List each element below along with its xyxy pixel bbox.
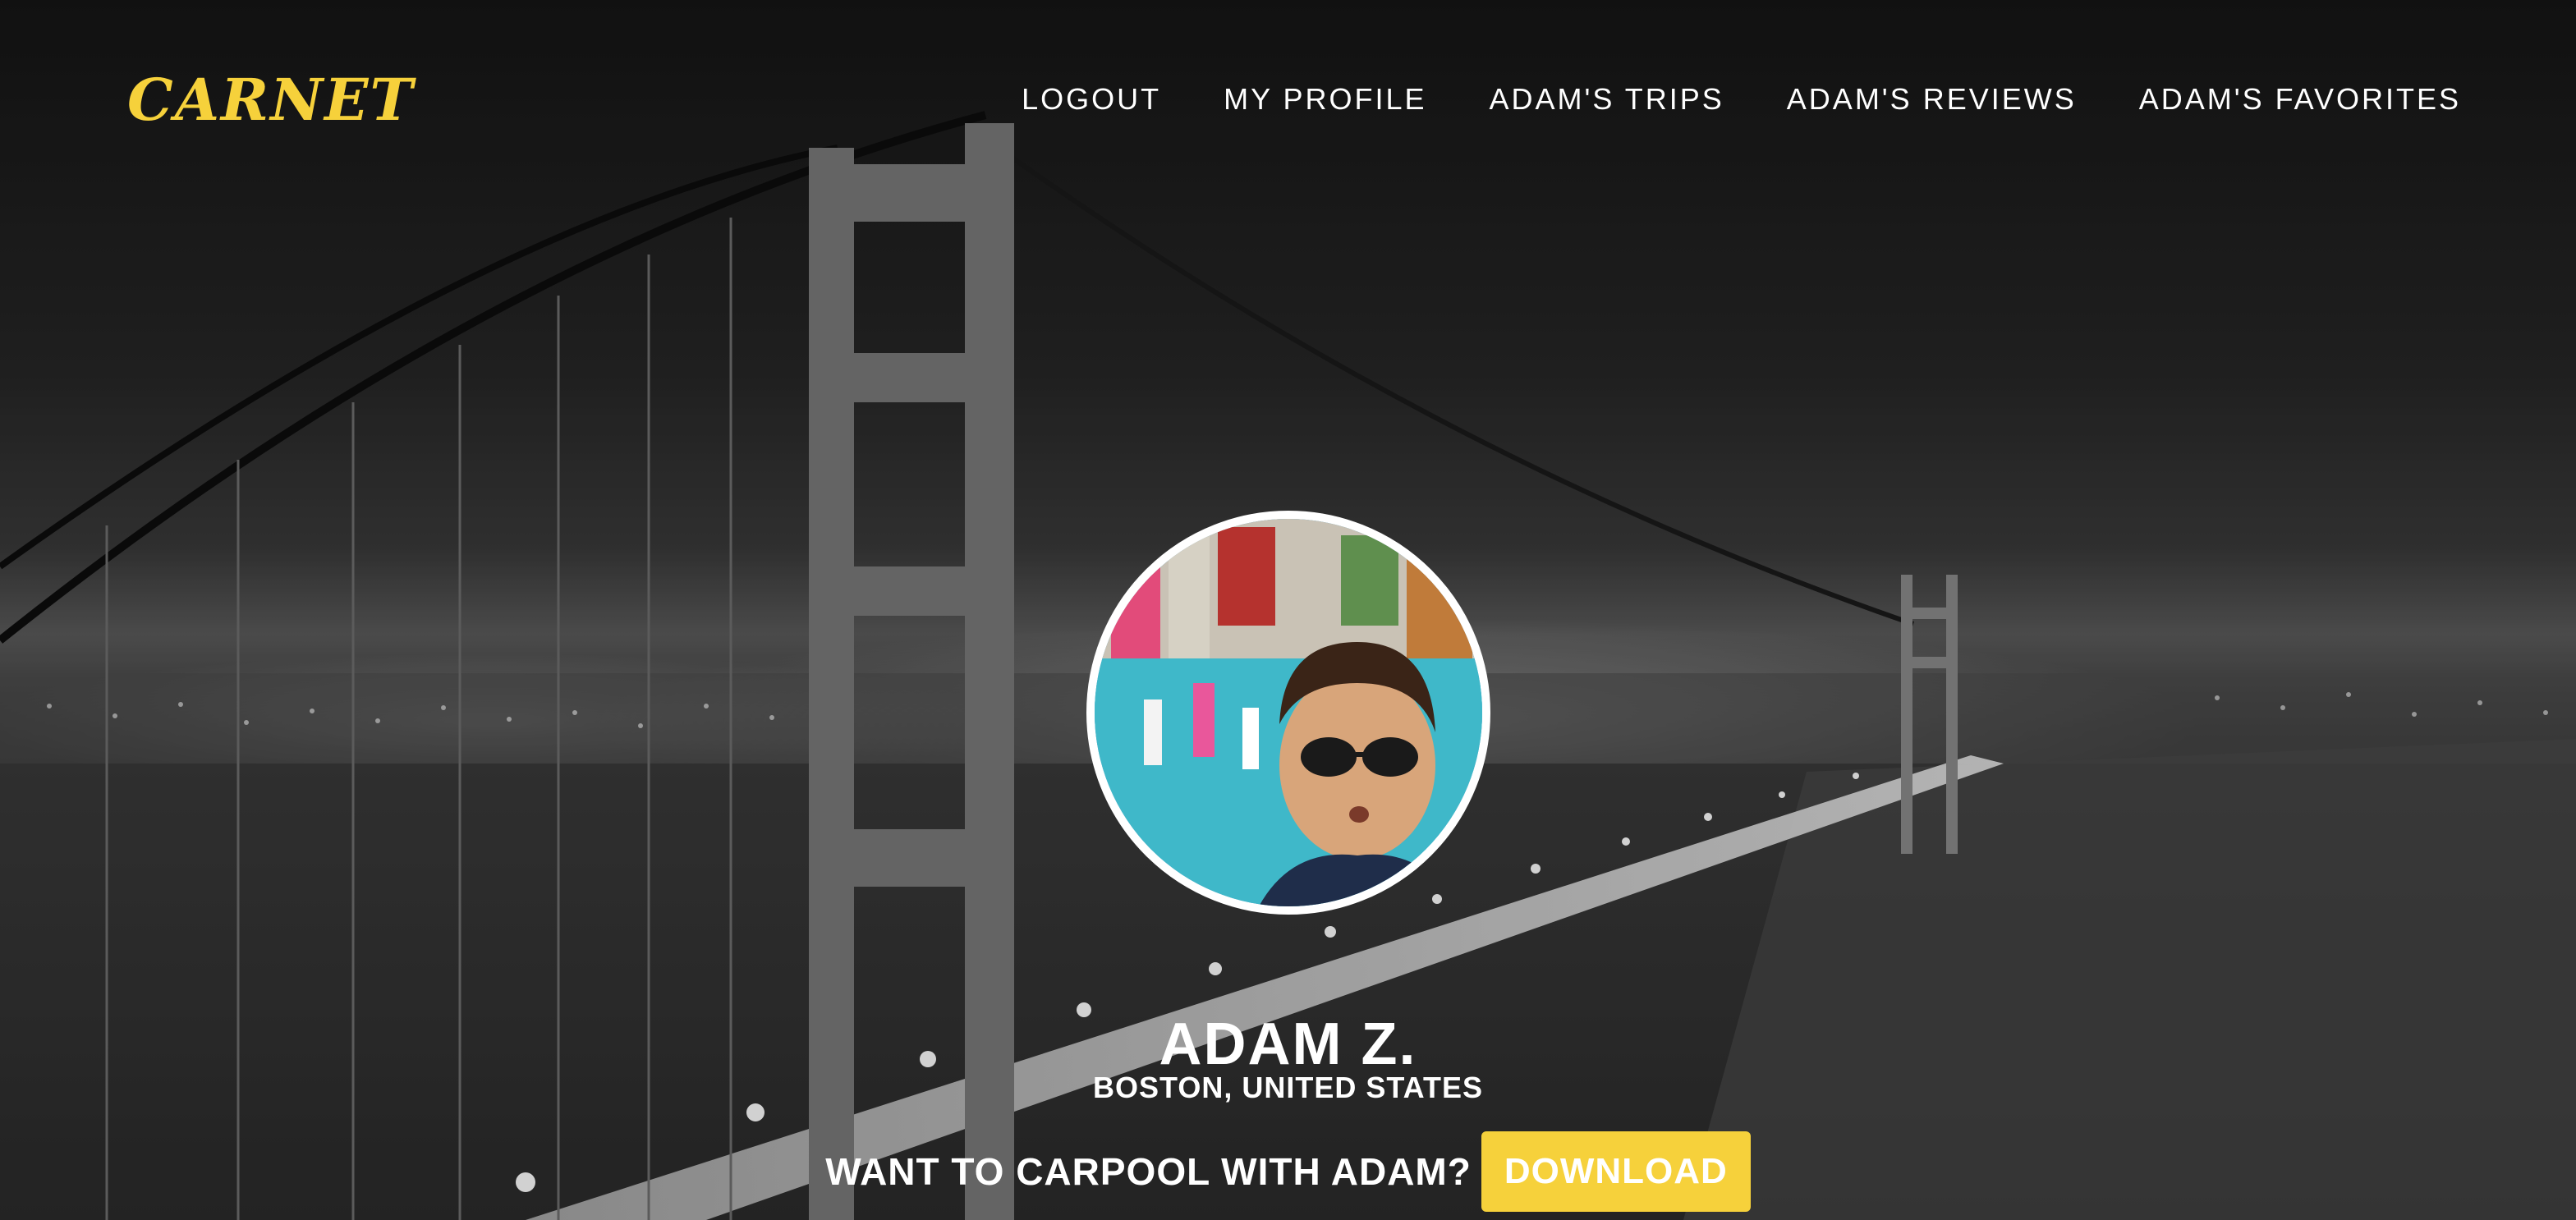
nav-trips-link[interactable]: ADAM'S TRIPS [1490,82,1724,117]
nav-favorites-link[interactable]: ADAM'S FAVORITES [2139,82,2461,117]
profile-photo-icon [1095,519,1482,906]
profile-location: BOSTON, UNITED STATES [1092,1071,1484,1104]
carnet-logo[interactable]: CARNET [127,66,415,134]
hero-section: CARNET LOGOUT MY PROFILE ADAM'S TRIPS AD… [0,0,2576,1220]
nav-menu: LOGOUT MY PROFILE ADAM'S TRIPS ADAM'S RE… [1022,82,2461,117]
nav-logout-link[interactable]: LOGOUT [1022,82,1161,117]
profile-avatar [1086,511,1490,915]
cta-prompt: WANT TO CARPOOL WITH ADAM? [825,1150,1472,1193]
top-navigation: CARNET LOGOUT MY PROFILE ADAM'S TRIPS AD… [0,0,2576,205]
nav-my-profile-link[interactable]: MY PROFILE [1224,82,1426,117]
nav-reviews-link[interactable]: ADAM'S REVIEWS [1787,82,2077,117]
profile-name: ADAM Z. [1159,1011,1417,1077]
carpool-cta: WANT TO CARPOOL WITH ADAM? DOWNLOAD [0,1131,2576,1212]
download-button[interactable]: DOWNLOAD [1481,1131,1751,1212]
